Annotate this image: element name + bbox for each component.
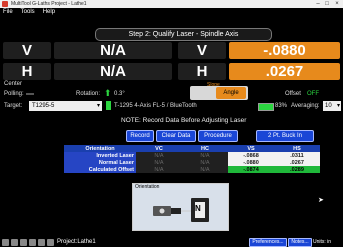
right-v-label-box: V <box>178 42 226 59</box>
angle-option[interactable]: Angle <box>216 87 246 99</box>
cell-vs: -.0880 <box>228 159 274 166</box>
cell-hc: N/A <box>182 166 228 173</box>
target-description: T-1295 4-Axis FL-5 / BlueTooth <box>114 103 197 109</box>
bottom-bar: Project:Lathe1 Preferences... Notes... U… <box>0 238 343 247</box>
cell-vc: N/A <box>136 166 182 173</box>
procedure-button[interactable]: Procedure <box>198 130 238 142</box>
target-label: Target: <box>4 103 23 109</box>
left-v-value-box: N/A <box>54 42 172 59</box>
orientation-panel: Orientation N <box>132 183 229 231</box>
left-h-value: N/A <box>100 63 126 80</box>
slope-angle-toggle[interactable]: Angle <box>190 86 248 100</box>
data-table: Orientation VC HC VS HS Inverted Laser N… <box>64 145 320 173</box>
right-h-label: H <box>196 63 208 80</box>
cell-vs: -.0868 <box>228 152 274 159</box>
rotation-value: 0.3° <box>114 91 125 97</box>
averaging-select[interactable]: 10 ▾ <box>323 101 341 111</box>
target-select-value: T1295-5 <box>32 103 55 109</box>
folder-icon[interactable] <box>20 239 27 246</box>
wifi-icon[interactable] <box>2 239 9 246</box>
buck-in-button[interactable]: 2 Pt. Buck In <box>256 130 314 142</box>
menu-file[interactable]: File <box>3 9 13 15</box>
cell-vs: -.0874 <box>228 166 274 173</box>
left-h-label-box: H <box>3 63 51 80</box>
left-v-label-box: V <box>3 42 51 59</box>
col-header-hs: HS <box>274 145 320 152</box>
save-icon[interactable] <box>29 239 36 246</box>
left-v-value: N/A <box>100 42 126 59</box>
app-icon <box>2 1 8 7</box>
window-titlebar: MultiTool G-Laths Project - Lathe1 – □ × <box>0 0 343 8</box>
polling-indicator <box>26 93 34 95</box>
orientation-letter: N <box>195 204 201 213</box>
col-header-vs: VS <box>228 145 274 152</box>
menu-bar: File Tools Help <box>0 8 343 17</box>
maximize-icon[interactable]: □ <box>323 0 331 8</box>
preferences-button[interactable]: Preferences... <box>249 238 287 247</box>
orientation-diagram-icon <box>153 198 209 222</box>
menu-help[interactable]: Help <box>43 9 55 15</box>
mouse-cursor-icon: ➤ <box>318 197 324 204</box>
left-h-value-box: N/A <box>54 63 172 80</box>
averaging-value: 10 <box>325 103 332 109</box>
question-icon[interactable] <box>11 239 18 246</box>
left-v-label: V <box>21 42 32 59</box>
cell-hc: N/A <box>182 152 228 159</box>
clear-data-button[interactable]: Clear Data <box>156 130 196 142</box>
row-label: Inverted Laser <box>64 152 136 159</box>
battery-percent: 83% <box>275 103 288 109</box>
note-text: NOTE: Record Data Before Adjusting Laser <box>121 117 247 124</box>
offset-label: Offset <box>285 91 301 97</box>
notes-button[interactable]: Notes... <box>288 238 312 247</box>
chevron-down-icon: ▾ <box>96 103 100 109</box>
center-label: Center <box>4 81 23 87</box>
rotation-arrow-icon: ⬆ <box>104 88 112 98</box>
polling-label: Polling: <box>4 91 24 97</box>
right-v-value-box: -.0880 <box>229 42 340 59</box>
averaging-label: Averaging: <box>291 103 320 109</box>
right-v-label: V <box>196 42 207 59</box>
print-icon[interactable] <box>38 239 45 246</box>
col-header-hc: HC <box>182 145 228 152</box>
orientation-title: Orientation <box>135 184 160 190</box>
offset-value[interactable]: OFF <box>307 91 319 97</box>
right-h-value: .0267 <box>265 63 304 80</box>
target-select[interactable]: T1295-5 ▾ <box>29 101 102 111</box>
cell-vc: N/A <box>136 159 182 166</box>
step-banner: Step 2: Qualify Laser - Spindle Axis <box>95 28 272 41</box>
window-title: MultiTool G-Laths Project - Lathe1 <box>11 1 87 7</box>
col-header-orientation: Orientation <box>64 145 136 152</box>
chevron-down-icon: ▾ <box>336 103 340 109</box>
cell-vc: N/A <box>136 152 182 159</box>
cell-hs: .0311 <box>274 152 320 159</box>
table-row[interactable]: Normal Laser N/A N/A -.0880 .0267 <box>64 159 320 166</box>
cell-hs: .0267 <box>274 159 320 166</box>
menu-tools[interactable]: Tools <box>21 9 35 15</box>
battery-icon <box>258 103 274 111</box>
gear-icon[interactable] <box>47 239 54 246</box>
project-label: Project:Lathe1 <box>57 239 96 245</box>
rotation-label: Rotation: <box>76 91 101 97</box>
row-label: Calculated Offset <box>64 166 136 173</box>
row-label: Normal Laser <box>64 159 136 166</box>
right-h-label-box: H <box>178 63 226 80</box>
col-header-vc: VC <box>136 145 182 152</box>
minimize-icon[interactable]: – <box>314 0 322 8</box>
right-v-value: -.0880 <box>263 42 306 59</box>
left-h-label: H <box>21 63 33 80</box>
bluetooth-status-icon <box>106 101 111 110</box>
record-button[interactable]: Record <box>126 130 154 142</box>
close-icon[interactable]: × <box>333 0 341 8</box>
units-label[interactable]: Units: in <box>313 239 331 246</box>
table-row[interactable]: Calculated Offset N/A N/A -.0874 .0289 <box>64 166 320 173</box>
right-h-value-box: .0267 <box>229 63 340 80</box>
cell-hs: .0289 <box>274 166 320 173</box>
cell-hc: N/A <box>182 159 228 166</box>
table-row[interactable]: Inverted Laser N/A N/A -.0868 .0311 <box>64 152 320 159</box>
